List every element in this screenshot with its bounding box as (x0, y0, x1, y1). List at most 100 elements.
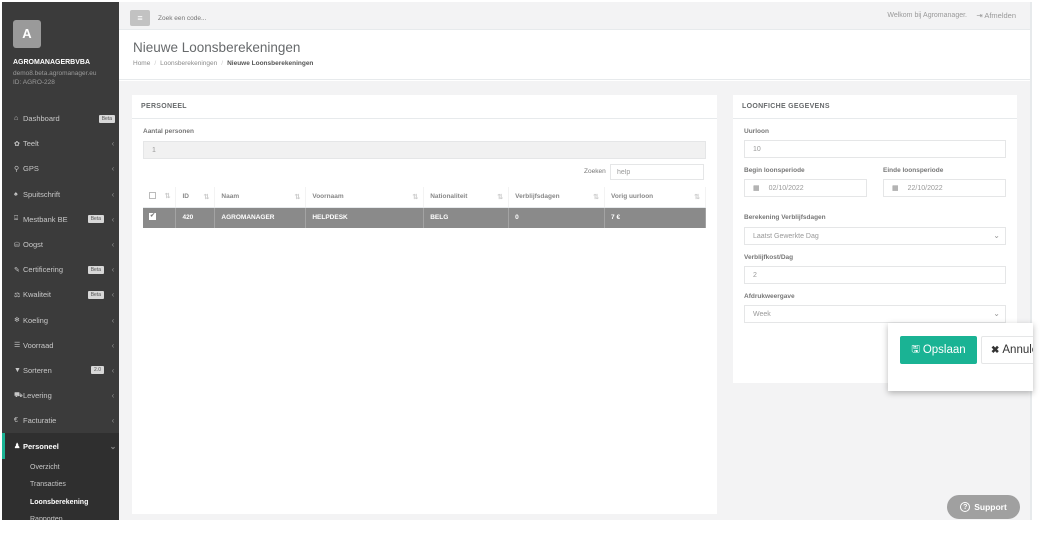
chevron-left-icon: ‹ (111, 391, 115, 401)
afdrukweergave-value: Week (753, 310, 771, 318)
sidebar-item-label: Dashboard (23, 114, 60, 124)
breadcrumb: Home / Loonsberekeningen / Nieuwe Loonsberek… (133, 60, 313, 67)
sidebar-item-label: Oogst (23, 240, 44, 250)
company-email: demo8.beta.agromanager.eu (13, 70, 97, 77)
chevron-left-icon: ‹ (111, 365, 115, 375)
person-count-value: 1 (152, 146, 156, 154)
sidebar-item-levering[interactable]: ⛟ Levering ‹ (2, 383, 119, 408)
code-search-input[interactable] (158, 12, 358, 24)
row-checkbox[interactable] (149, 212, 156, 221)
chevron-left-icon: ‹ (111, 214, 115, 224)
cancel-button[interactable]: ✖Annuleren (981, 336, 1033, 364)
sort-icon: ⇅ (294, 194, 301, 202)
support-button[interactable]: ? Support (947, 495, 1020, 519)
afdrukweergave-select[interactable]: Week ⌄ (744, 305, 1006, 323)
column-header-voornaam[interactable]: Voornaam ⇅ (305, 187, 425, 208)
beta-badge: Beta (87, 265, 104, 274)
uurloon-input[interactable]: 10 (744, 140, 1006, 158)
chevron-left-icon: ‹ (111, 340, 115, 350)
sidebar-item-label: Voorraad (23, 340, 54, 350)
sidebar-item-label: Teelt (23, 139, 39, 149)
end-period-input[interactable]: ▦ 22/10/2022 (883, 179, 1006, 197)
begin-period-input[interactable]: ▦ 02/10/2022 (744, 179, 867, 197)
sidebar-item-sorteren[interactable]: ▼ Sorteren 2.0 ‹ (2, 358, 119, 383)
sort-icon: ⇅ (412, 194, 419, 202)
subnav-item-transacties[interactable]: Transacties (2, 476, 119, 494)
thermometer-icon: ❄ (14, 317, 20, 325)
column-header-label: Naam (221, 193, 240, 201)
sidebar-item-label: Sorteren (23, 365, 52, 375)
cell-id: 420 (175, 207, 216, 228)
end-period-label: Einde loonsperiode (883, 167, 944, 174)
sidebar-item-dashboard[interactable]: ⌂ Dashboard Beta (2, 106, 119, 131)
sort-icon: ⇅ (593, 194, 600, 202)
spray-icon: ♠ (14, 190, 18, 198)
table-search-input[interactable] (610, 164, 704, 180)
panel-divider (132, 118, 717, 119)
subnav-item-rapporten[interactable]: Rapporten (2, 511, 119, 520)
personeel-panel: PERSONEEL Aantal personen 1 Zoeken ⇅ ID⇅… (132, 95, 717, 514)
column-header-naam[interactable]: Naam ⇅ (214, 187, 307, 208)
beta-badge: Beta (87, 215, 104, 224)
begin-period-label: Begin loonsperiode (744, 167, 805, 174)
sidebar-item-mestbank[interactable]: ⌹ Mestbank BE Beta ‹ (2, 207, 119, 232)
panel-title: LOONFICHE GEGEVENS (742, 103, 830, 110)
avatar[interactable]: A (13, 20, 41, 48)
begin-period-value: 02/10/2022 (768, 184, 804, 192)
verblijfkost-input[interactable]: 2 (744, 266, 1006, 284)
sidebar-item-kwaliteit[interactable]: ⚖ Kwaliteit Beta ‹ (2, 282, 119, 307)
end-period-value: 22/10/2022 (907, 184, 943, 192)
column-header-vorig-uurloon[interactable]: Vorig uurloon ⇅ (604, 187, 706, 208)
sidebar-item-facturatie[interactable]: € Facturatie ‹ (2, 408, 119, 433)
filter-icon: ▼ (14, 366, 21, 374)
breadcrumb-home[interactable]: Home (133, 60, 150, 67)
verblijfsdagen-value: Laatst Gewerkte Dag (753, 232, 819, 240)
verblijfkost-label: Verblijfkost/Dag (744, 254, 794, 261)
subnav-item-overzicht[interactable]: Overzicht (2, 459, 119, 477)
subnav-item-loonsberekening[interactable]: Loonsberekening (2, 494, 119, 512)
table-row[interactable]: 420 AGROMANAGER HELPDESK BELG 0 7 € (143, 207, 706, 228)
verblijfsdagen-select[interactable]: Laatst Gewerkte Dag ⌄ (744, 227, 1006, 245)
row-select-cell[interactable] (143, 207, 177, 228)
select-all-checkbox[interactable] (149, 192, 156, 200)
company-id: ID: AGRO-228 (13, 79, 55, 86)
chevron-left-icon: ‹ (111, 189, 115, 199)
page-title: Nieuwe Loonsberekeningen (133, 40, 301, 55)
calendar-icon: ▦ (892, 185, 899, 192)
sidebar-item-teelt[interactable]: ✿ Teelt ‹ (2, 131, 119, 156)
sort-icon: ⇅ (694, 194, 700, 202)
logout-link[interactable]: ⇥ Afmelden (976, 11, 1016, 20)
menu-toggle-button[interactable]: ≡ (130, 10, 150, 26)
calendar-icon: ▦ (753, 185, 760, 192)
cell-naam: AGROMANAGER (214, 207, 307, 228)
sidebar-item-label: Certificering (23, 265, 64, 275)
sidebar-item-spuitschrift[interactable]: ♠ Spuitschrift ‹ (2, 182, 119, 207)
save-button[interactable]: 🖫 Opslaan (900, 336, 977, 364)
cancel-button-label: Annuleren (1002, 344, 1033, 356)
chevron-left-icon: ‹ (111, 290, 115, 300)
column-header-label: Voornaam (312, 193, 344, 201)
column-header-nationaliteit[interactable]: Nationaliteit ⇅ (423, 187, 510, 208)
save-button-label: Opslaan (922, 344, 966, 356)
chevron-left-icon: ‹ (111, 164, 115, 174)
breadcrumb-loonsberekeningen[interactable]: Loonsberekeningen (160, 60, 217, 67)
sidebar-item-personeel[interactable]: ♟ Personeel ⌄ (2, 433, 119, 459)
column-header-id[interactable]: ID ⇅ (175, 187, 216, 208)
bank-icon: ⌹ (14, 215, 19, 223)
select-all-header[interactable]: ⇅ (143, 187, 177, 208)
table-search-label: Zoeken (584, 168, 606, 175)
chevron-down-icon: ⌄ (993, 309, 1000, 318)
sidebar-item-oogst[interactable]: ⛁ Oogst ‹ (2, 232, 119, 257)
sidebar-item-voorraad[interactable]: ☰ Voorraad ‹ (2, 333, 119, 358)
sidebar-item-gps[interactable]: ⚲ GPS ‹ (2, 156, 119, 181)
chevron-left-icon: ‹ (111, 139, 115, 149)
basket-icon: ⛁ (14, 241, 20, 249)
chevron-left-icon: ‹ (111, 416, 115, 426)
cell-nationaliteit: BELG (423, 207, 510, 228)
sidebar-item-certificering[interactable]: ✎ Certificering Beta ‹ (2, 257, 119, 282)
sidebar-item-koeling[interactable]: ❄ Koeling ‹ (2, 308, 119, 333)
column-header-verblijfsdagen[interactable]: Verblijfsdagen ⇅ (508, 187, 606, 208)
column-header-label: Nationaliteit (430, 193, 468, 201)
action-popup: 🖫Opslaan ✖Annuleren (888, 323, 1033, 391)
truck-icon: ⛟ (14, 392, 23, 400)
